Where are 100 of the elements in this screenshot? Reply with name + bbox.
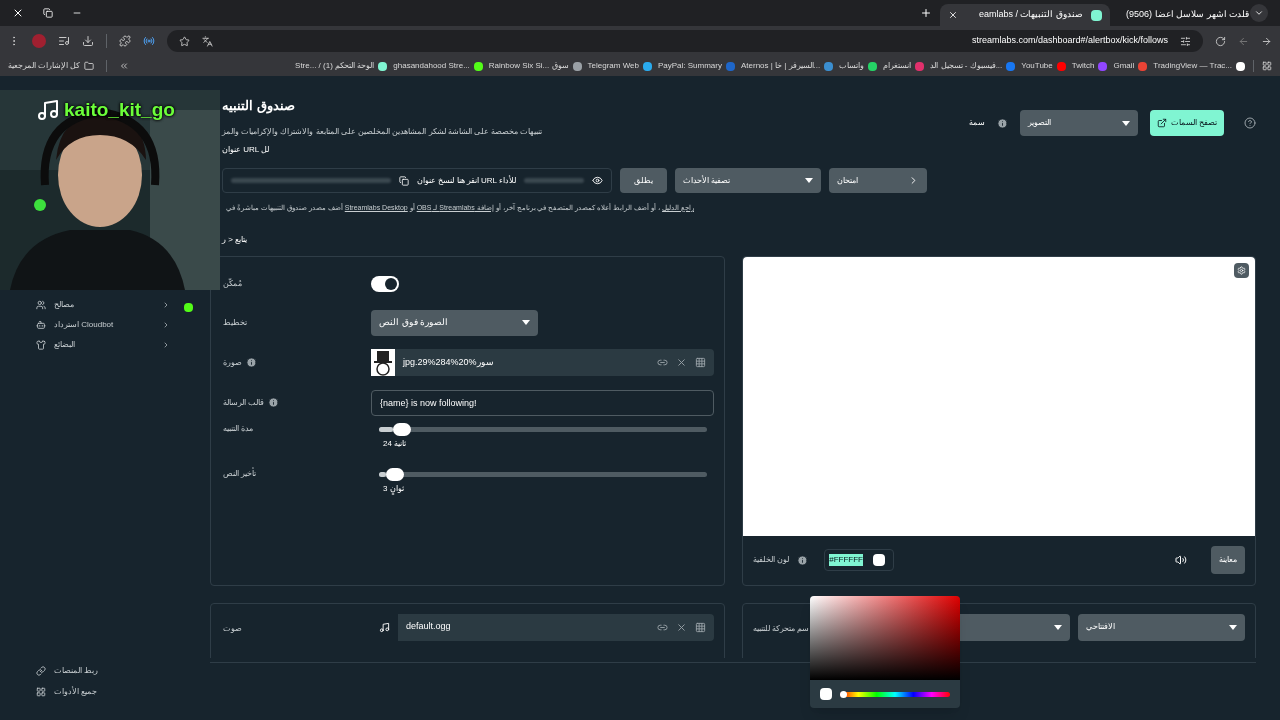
color-swatch	[820, 688, 832, 700]
tab-list-button[interactable]	[1250, 4, 1268, 22]
event-filter-select[interactable]: تصفية الأحداث	[675, 168, 821, 193]
page-title: صندوق التنبيه	[222, 97, 296, 116]
translate-icon[interactable]	[202, 35, 213, 47]
slider-fill	[379, 471, 387, 477]
slider-thumb[interactable]	[386, 467, 405, 481]
message-template-field[interactable]: {name} is now following!	[371, 389, 714, 416]
info-icon	[797, 554, 809, 566]
browser-tab[interactable]: eamlabs / صندوق التنبيهات	[940, 4, 1110, 26]
page-subtitle: تنبيهات مخصصة على الشاشة لشكر المشاهدين المخلصين على المتابعة والاشتراك والإكراميات والمز	[222, 125, 544, 138]
download-icon[interactable]	[82, 35, 94, 47]
animation-select[interactable]: الافتتاحي	[1078, 613, 1245, 641]
tab-title: (9506) قلدت اشهر سلاسل اعضا	[1126, 8, 1250, 22]
copy-icon	[399, 175, 410, 186]
bookmark-item[interactable]: واتساب	[839, 60, 878, 72]
chevron-right-icon	[162, 301, 170, 309]
bookmark-item[interactable]: Aternos | السيرفر | خا...	[741, 60, 834, 72]
more-bookmarks-icon[interactable]	[119, 61, 130, 71]
file-name: jpg.29%284%20%سور	[403, 355, 495, 369]
saturation-area[interactable]	[810, 596, 960, 680]
chevron-right-icon	[162, 321, 170, 329]
close-icon[interactable]	[948, 10, 958, 20]
caret-icon	[1054, 624, 1062, 630]
sidebar-item[interactable]: ربط المنصات	[36, 660, 170, 681]
favicon-icon	[1091, 9, 1102, 21]
address-bar[interactable]: streamlabs.com/dashboard#/alertbox/kick/follows	[167, 30, 1203, 52]
site-settings-icon[interactable]	[1180, 35, 1191, 47]
bookmark-item[interactable]: انستغرام	[883, 60, 925, 72]
show-icon[interactable]	[592, 175, 603, 186]
sidebar-icon	[36, 340, 46, 350]
hue-slider[interactable]	[840, 691, 950, 697]
sidebar-item[interactable]: استرداد Cloudbot	[36, 315, 170, 335]
help-icon[interactable]	[1244, 117, 1256, 129]
caret-icon	[522, 320, 530, 325]
bookmark-item[interactable]: TradingView — Trac...	[1153, 60, 1245, 72]
slider-thumb[interactable]	[392, 422, 411, 436]
broadcast-icon[interactable]	[143, 35, 155, 47]
info-icon	[997, 117, 1008, 129]
setting-label: مُمكّن	[223, 277, 242, 290]
file-field[interactable]: jpg.29%284%20%سور	[371, 349, 714, 376]
bookmark-star-icon[interactable]	[179, 35, 190, 47]
bookmark-item[interactable]: ghasandahood Stre...	[393, 60, 483, 72]
settings-icon[interactable]	[1234, 262, 1249, 278]
grid-icon[interactable]	[695, 621, 706, 633]
color-picker-popup[interactable]	[810, 596, 960, 708]
restore-icon[interactable]	[43, 8, 53, 18]
widget-url-field[interactable]: انقر هنا لنسخ عنوان URL للأداء	[222, 168, 612, 193]
theme-select[interactable]: التصوير	[1020, 110, 1138, 136]
bookmark-item[interactable]: فيسبوك - تسجيل الد...	[930, 60, 1016, 72]
launch-button[interactable]: يطلق	[620, 168, 667, 193]
preview-button[interactable]: معاينة	[1211, 546, 1245, 574]
bookmark-item[interactable]: Twitch	[1071, 60, 1108, 72]
file-field[interactable]: default.ogg	[371, 613, 714, 641]
all-bookmarks-button[interactable]: كل الإشارات المرجعية	[8, 60, 95, 72]
setting-label: سم متحركة للتنبيه	[753, 622, 811, 635]
bookmark-item[interactable]: Rainbow Six Si... سوق	[488, 60, 582, 72]
kick-logo-icon	[184, 303, 193, 312]
setting-label: تأخير النص	[223, 467, 257, 480]
sidebar-icon	[36, 686, 46, 697]
bookmark-item[interactable]: YouTube	[1021, 60, 1066, 72]
caret-icon	[1122, 120, 1130, 126]
enabled-toggle[interactable]	[371, 275, 399, 292]
tiktok-note-icon	[36, 98, 60, 123]
caret-icon	[1229, 624, 1237, 630]
sidebar-item[interactable]: البضائع	[36, 335, 170, 355]
url-text: streamlabs.com/dashboard#/alertbox/kick/follows	[971, 34, 1168, 48]
sidebar-item[interactable]: جميع الأدوات	[36, 681, 170, 702]
external-link-icon	[1156, 118, 1167, 128]
new-tab-icon[interactable]	[920, 7, 932, 19]
color-swatch[interactable]	[873, 554, 885, 566]
background-color-field[interactable]: #FFFFFF	[824, 549, 895, 571]
extensions-icon[interactable]	[119, 35, 131, 47]
bookmark-item[interactable]: Gmail	[1113, 60, 1148, 72]
forward-icon[interactable]	[1261, 35, 1272, 47]
link-icon[interactable]	[657, 357, 668, 368]
hue-slider-thumb[interactable]	[840, 690, 847, 698]
volume-icon[interactable]	[1175, 554, 1187, 566]
layout-select[interactable]: الصورة فوق النص	[371, 309, 538, 336]
sidebar-icon	[36, 665, 46, 676]
test-button[interactable]: امتحان	[829, 168, 927, 193]
bookmark-item[interactable]: Stre... / الوحة التحكم (1)	[295, 60, 388, 72]
setting-label: قالب الرسالة	[223, 396, 265, 409]
bookmark-item[interactable]: Telegram Web	[587, 60, 652, 72]
apps-icon[interactable]	[1262, 61, 1272, 71]
caret-icon	[805, 178, 813, 183]
browse-themes-button[interactable]: تصفح السمات	[1150, 110, 1224, 136]
back-icon[interactable]	[1238, 35, 1249, 47]
slider-reading: 3 ثوانٍ	[383, 482, 405, 495]
streamer-handle: kaito_kit_go	[64, 98, 175, 122]
grid-icon[interactable]	[695, 357, 706, 368]
bookmark-item[interactable]: PayPal: Summary	[657, 60, 735, 72]
slider-reading: 24 ثانية	[383, 437, 408, 450]
sidebar-item[interactable]: مصالح	[36, 295, 170, 315]
media-icon[interactable]	[58, 35, 70, 47]
close-icon[interactable]	[12, 7, 24, 19]
tab-title: eamlabs / صندوق التنبيهات	[977, 8, 1083, 22]
folder-icon	[84, 61, 95, 71]
chevron-down-icon	[1254, 8, 1264, 18]
reload-icon[interactable]	[1215, 35, 1226, 47]
